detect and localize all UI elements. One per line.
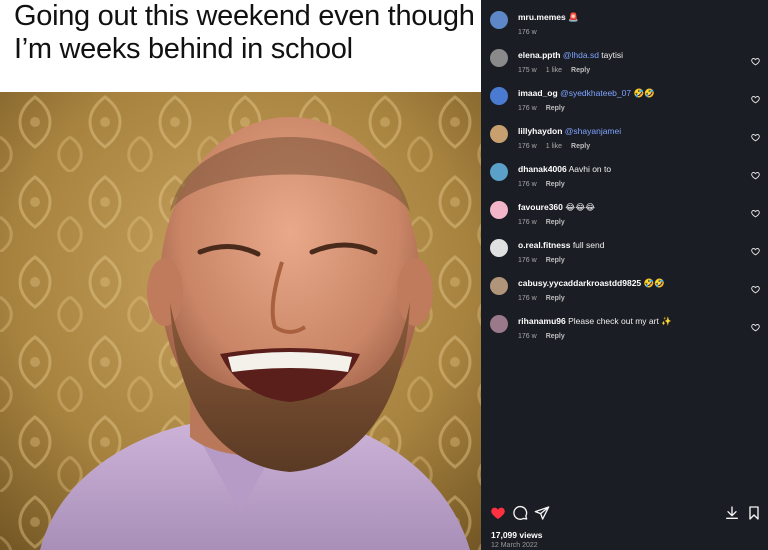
comment-meta: 175 w 1 like Reply <box>518 67 599 74</box>
reply-button[interactable]: Reply <box>546 181 565 188</box>
commenter-username[interactable]: favoure360 <box>518 202 563 212</box>
commenter-avatar[interactable] <box>490 201 508 219</box>
reply-button[interactable]: Reply <box>571 143 590 150</box>
comment-text: favoure360 😂😂😂 <box>518 202 595 213</box>
comment-body: 🤣🤣 <box>643 278 665 288</box>
comment-heart-icon[interactable] <box>751 285 760 294</box>
comment-age: 176 w <box>518 295 537 302</box>
comment-age: 176 w <box>518 143 537 150</box>
comment-text: cabusy.yycaddarkroastdd9825 🤣🤣 <box>518 278 665 289</box>
comment-heart-icon[interactable] <box>751 57 760 66</box>
comment-meta: 176 w 1 like Reply <box>518 143 599 150</box>
meme-caption-line-2: I’m weeks behind in school <box>14 33 353 65</box>
comment-like-count[interactable]: 1 like <box>546 143 562 150</box>
reply-button[interactable]: Reply <box>546 219 565 226</box>
commenter-username[interactable]: imaad_og <box>518 88 558 98</box>
comment-heart-icon[interactable] <box>751 133 760 142</box>
comment-row: dhanak4006 Aavhi on to 176 w Reply <box>490 160 760 198</box>
commenter-username[interactable]: dhanak4006 <box>518 164 567 174</box>
comment-body: full send <box>572 240 605 250</box>
heart-filled-icon[interactable] <box>490 505 506 521</box>
comment-age: 176 w <box>518 219 537 226</box>
smiling-man-image <box>0 92 481 550</box>
comment-heart-icon[interactable] <box>751 171 760 180</box>
comment-heart-icon[interactable] <box>751 95 760 104</box>
comment-text: lillyhaydon @shayanjamei <box>518 126 621 136</box>
comment-row: rihanamu96 Please check out my art ✨ 176 … <box>490 312 760 350</box>
reply-button[interactable]: Reply <box>546 295 565 302</box>
author-avatar[interactable] <box>490 11 508 29</box>
comment-text: o.real.fitness full send <box>518 240 604 250</box>
commenter-avatar[interactable] <box>490 49 508 67</box>
commenter-username[interactable]: rihanamu96 <box>518 316 566 326</box>
comment-mention[interactable]: @lhda.sd <box>563 50 599 60</box>
comment-body: 😂😂😂 <box>565 202 596 212</box>
author-badge: 🚨 <box>568 12 579 22</box>
comment-meta: 176 w Reply <box>518 181 574 188</box>
comments-panel: mru.memes 🚨 176 w elena.ppth @lhda.sd ta… <box>481 0 768 550</box>
comment-like-count[interactable]: 1 like <box>546 67 562 74</box>
comment-row: o.real.fitness full send 176 w Reply <box>490 236 760 274</box>
comment-body: taytisi <box>598 50 624 60</box>
comment-heart-icon[interactable] <box>751 247 760 256</box>
comment-row: lillyhaydon @shayanjamei 176 w 1 like Reply <box>490 122 760 160</box>
reply-button[interactable]: Reply <box>546 257 565 264</box>
commenter-username[interactable]: o.real.fitness <box>518 240 570 250</box>
comment-meta: 176 w Reply <box>518 333 574 340</box>
comment-meta: 176 w Reply <box>518 105 574 112</box>
comment-text: dhanak4006 Aavhi on to <box>518 164 611 174</box>
author-age: 176 w <box>518 29 537 36</box>
reply-button[interactable]: Reply <box>546 105 565 112</box>
comment-age: 176 w <box>518 257 537 264</box>
commenter-username[interactable]: lillyhaydon <box>518 126 562 136</box>
comment-text: elena.ppth @lhda.sd taytisi <box>518 50 623 60</box>
commenter-avatar[interactable] <box>490 277 508 295</box>
comment-body: Aavhi on to <box>568 164 612 174</box>
meme-caption-box: Going out this weekend even though I’m w… <box>0 0 481 92</box>
post-date: 12 March 2022 <box>491 542 538 549</box>
comment-age: 176 w <box>518 105 537 112</box>
comment-icon[interactable] <box>512 505 528 521</box>
author-caption: mru.memes 🚨 176 w <box>490 8 760 46</box>
commenter-username[interactable]: cabusy.yycaddarkroastdd9825 <box>518 278 641 288</box>
commenter-avatar[interactable] <box>490 125 508 143</box>
reply-button[interactable]: Reply <box>571 67 590 74</box>
comment-heart-icon[interactable] <box>751 209 760 218</box>
comment-mention[interactable]: @syedkhateeb_07 <box>560 88 631 98</box>
commenter-avatar[interactable] <box>490 239 508 257</box>
comment-meta: 176 w Reply <box>518 257 574 264</box>
author-username[interactable]: mru.memes <box>518 12 566 22</box>
comment-heart-icon[interactable] <box>751 323 760 332</box>
post-media[interactable]: Going out this weekend even though I’m w… <box>0 0 481 550</box>
bookmark-icon[interactable] <box>746 505 762 521</box>
comment-row: imaad_og @syedkhateeb_07 🤣🤣 176 w Reply <box>490 84 760 122</box>
comment-mention[interactable]: @shayanjamei <box>565 126 621 136</box>
commenter-avatar[interactable] <box>490 315 508 333</box>
send-icon[interactable] <box>534 505 550 521</box>
comment-age: 176 w <box>518 333 537 340</box>
author-meta: 176 w <box>518 29 546 36</box>
video-frame[interactable] <box>0 92 481 550</box>
comment-meta: 176 w Reply <box>518 219 574 226</box>
commenter-avatar[interactable] <box>490 163 508 181</box>
comment-row: elena.ppth @lhda.sd taytisi 175 w 1 like Re… <box>490 46 760 84</box>
comment-text: rihanamu96 Please check out my art ✨ <box>518 316 672 327</box>
reply-button[interactable]: Reply <box>546 333 565 340</box>
view-count[interactable]: 17,099 views <box>491 530 543 540</box>
comment-body: 🤣🤣 <box>631 88 655 98</box>
comment-meta: 176 w Reply <box>518 295 574 302</box>
comment-age: 176 w <box>518 181 537 188</box>
download-icon[interactable] <box>724 505 740 521</box>
comment-body: Please check out my art ✨ <box>568 316 672 326</box>
comment-row: cabusy.yycaddarkroastdd9825 🤣🤣 176 w Reply <box>490 274 760 312</box>
commenter-username[interactable]: elena.ppth <box>518 50 561 60</box>
meme-caption-line-1: Going out this weekend even though <box>14 0 475 32</box>
commenter-avatar[interactable] <box>490 87 508 105</box>
author-caption-text: mru.memes 🚨 <box>518 12 579 23</box>
comment-age: 175 w <box>518 67 537 74</box>
comment-text: imaad_og @syedkhateeb_07 🤣🤣 <box>518 88 655 99</box>
comment-row: favoure360 😂😂😂 176 w Reply <box>490 198 760 236</box>
